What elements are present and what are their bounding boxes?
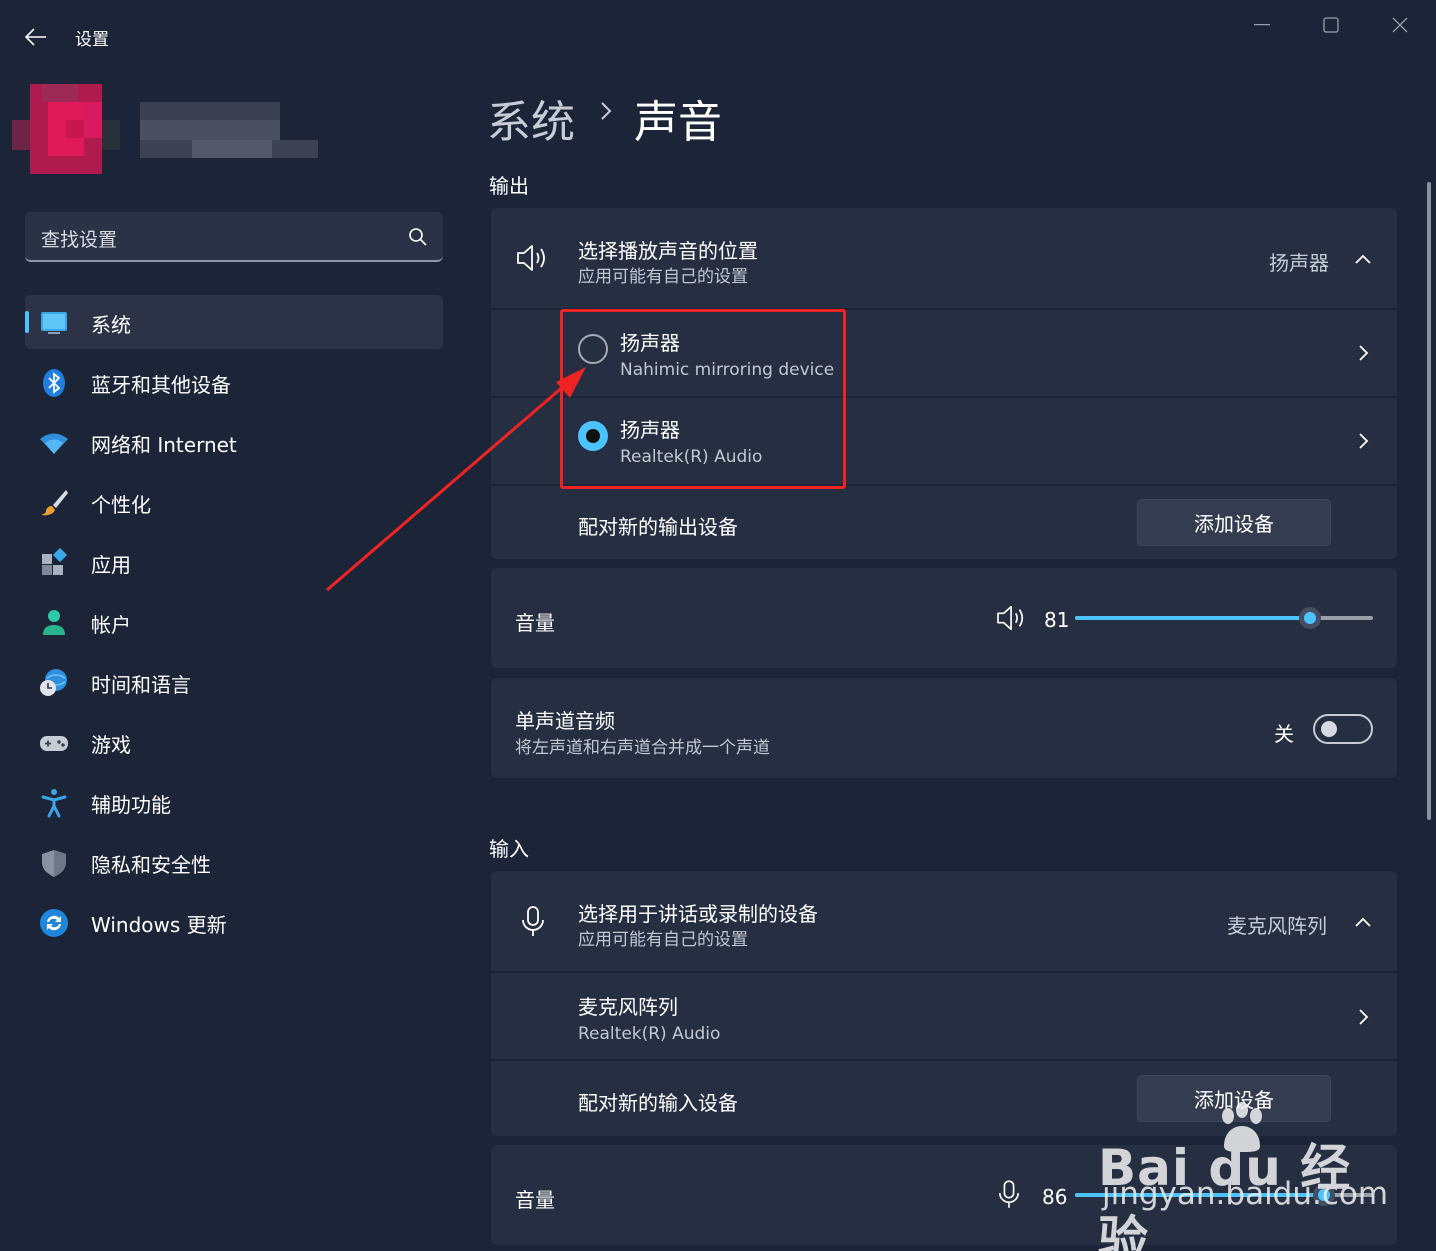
globe-clock-icon [40,669,67,696]
active-indicator [25,311,29,333]
microphone-volume-icon[interactable] [998,1179,1020,1209]
output-section-title: 输出 [489,174,529,198]
output-volume-slider[interactable] [1075,607,1373,629]
slider-thumb[interactable] [1299,607,1321,629]
sidebar-item-label: 系统 [91,313,131,337]
user-profile[interactable] [12,84,322,180]
input-volume-label: 音量 [515,1188,555,1212]
input-choose-title: 选择用于讲话或录制的设备 [578,902,818,926]
sidebar-item-label: 隐私和安全性 [91,853,211,877]
speaker-icon [517,245,545,271]
update-icon [40,909,68,937]
maximize-button[interactable] [1301,8,1361,42]
sidebar-item-label: 个性化 [91,493,151,517]
output-pair-row: 配对新的输出设备 添加设备 [491,486,1397,559]
scrollbar[interactable] [1427,182,1431,820]
device-name: 麦克风阵列 [578,995,678,1019]
device-detail: Realtek(R) Audio [578,1024,721,1044]
sidebar-item-label: 蓝牙和其他设备 [91,373,231,397]
sidebar-item-label: 帐户 [91,613,131,637]
title-bar: 设置 [0,0,1436,72]
chevron-up-icon [1355,254,1371,264]
pair-input-label: 配对新的输入设备 [578,1091,738,1115]
output-current-device: 扬声器 [1269,251,1329,275]
output-choose-title: 选择播放声音的位置 [578,239,758,263]
gamepad-icon [40,736,68,751]
input-choose-subtitle: 应用可能有自己的设置 [578,930,748,950]
chevron-right-icon [1359,345,1369,361]
mono-audio-state: 关 [1274,722,1294,746]
search-input[interactable]: 查找设置 [41,225,117,252]
slider-fill [1075,616,1310,620]
output-choose-row[interactable]: 选择播放声音的位置 应用可能有自己的设置 扬声器 [491,208,1397,308]
pair-output-label: 配对新的输出设备 [578,515,738,539]
shield-icon [42,850,66,877]
minimize-button[interactable] [1232,8,1292,42]
speaker-volume-icon[interactable] [995,604,1029,632]
sidebar-item-accessibility[interactable]: 辅助功能 [25,775,443,829]
add-output-device-button[interactable]: 添加设备 [1137,499,1331,546]
annotation-arrow-icon [326,367,586,592]
sidebar-item-label: 应用 [91,553,131,577]
output-volume-value: 81 [1044,608,1070,632]
mono-audio-title: 单声道音频 [515,709,615,733]
mono-audio-card: 单声道音频 将左声道和右声道合并成一个声道 关 [491,678,1397,778]
brush-icon [41,490,68,516]
maximize-icon [1323,17,1339,33]
sidebar-item-windows-update[interactable]: Windows 更新 [25,895,443,949]
mono-audio-toggle[interactable] [1313,714,1373,744]
chevron-right-icon [1359,433,1369,449]
input-device-item[interactable]: 麦克风阵列 Realtek(R) Audio [491,973,1397,1059]
mono-audio-subtitle: 将左声道和右声道合并成一个声道 [515,738,770,758]
input-volume-value: 86 [1042,1185,1068,1209]
sidebar-item-label: 时间和语言 [91,673,191,697]
input-section-title: 输入 [489,837,529,861]
sidebar-item-privacy[interactable]: 隐私和安全性 [25,835,443,889]
accessibility-icon [41,789,67,818]
input-device-card: 选择用于讲话或录制的设备 应用可能有自己的设置 麦克风阵列 麦克风阵列 Real… [491,871,1397,1136]
output-volume-card: 音量 81 [491,568,1397,668]
breadcrumb-parent[interactable]: 系统 [487,86,575,150]
input-current-device: 麦克风阵列 [1227,914,1327,938]
apps-icon [42,548,68,575]
sidebar-item-system[interactable]: 系统 [25,295,443,349]
output-volume-label: 音量 [515,611,555,635]
bluetooth-icon [43,369,65,397]
watermark-url: jingyan.baidu.com [1102,1176,1389,1212]
page-title: 声音 [634,97,722,148]
sidebar-item-label: Windows 更新 [91,913,227,937]
close-button[interactable] [1370,8,1430,42]
chevron-right-icon [1359,1009,1369,1025]
sidebar-item-label: 辅助功能 [91,793,171,817]
account-icon [43,610,65,635]
search-box[interactable]: 查找设置 [25,212,443,262]
back-button[interactable] [14,22,58,52]
input-choose-row[interactable]: 选择用于讲话或录制的设备 应用可能有自己的设置 麦克风阵列 [491,871,1397,971]
minimize-icon [1254,24,1270,26]
chevron-right-icon [601,102,612,120]
arrow-left-icon [25,28,46,46]
sidebar-item-gaming[interactable]: 游戏 [25,715,443,769]
microphone-icon [522,906,544,936]
sidebar-item-accounts[interactable]: 帐户 [25,595,443,649]
app-title: 设置 [75,30,109,50]
chevron-up-icon [1355,917,1371,927]
sidebar-item-label: 游戏 [91,733,131,757]
close-icon [1392,17,1408,33]
sidebar-item-label: 网络和 Internet [91,433,237,457]
sidebar-item-time-language[interactable]: 时间和语言 [25,655,443,709]
wifi-icon [40,433,68,454]
output-choose-subtitle: 应用可能有自己的设置 [578,267,748,287]
monitor-icon [41,312,67,334]
search-icon [409,228,427,246]
baidu-jingyan-watermark: Bai du 经验 jingyan.baidu.com [1098,1102,1388,1251]
annotation-highlight-box [560,309,846,489]
